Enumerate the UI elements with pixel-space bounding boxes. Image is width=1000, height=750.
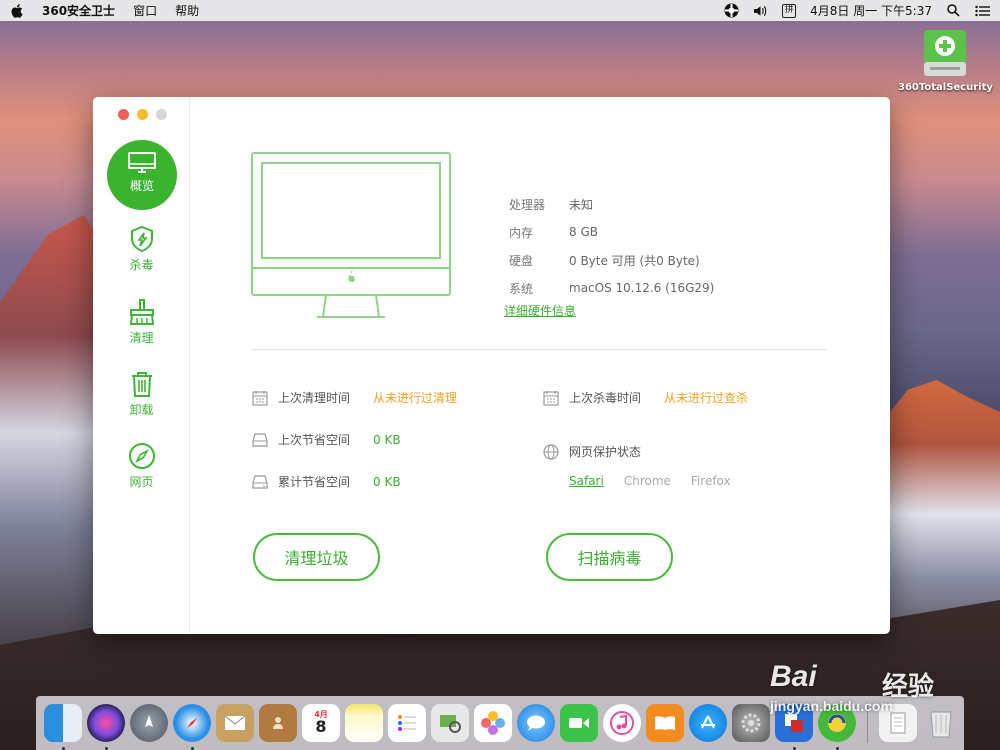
stat-value: 从未进行过查杀 xyxy=(664,391,749,405)
watermark-brand: Bai xyxy=(770,660,817,693)
stat-label: 网页保护状态 xyxy=(569,445,642,459)
system-specs: 处理器 未知 内存 8 GB 硬盘 0 Byte 可用 (共0 Byte) 系统… xyxy=(509,190,714,302)
mail-icon[interactable] xyxy=(216,704,254,742)
spec-label: 硬盘 xyxy=(509,253,534,268)
stat-label: 上次清理时间 xyxy=(278,391,351,405)
spec-disk: 硬盘 0 Byte 可用 (共0 Byte) xyxy=(509,246,714,274)
preview-icon[interactable] xyxy=(431,704,469,742)
stat-total-saved: 累计节省空间 0 KB xyxy=(251,473,401,490)
browser-tab-safari[interactable]: Safari xyxy=(569,474,604,488)
spec-memory: 内存 8 GB xyxy=(509,218,714,246)
compass-icon xyxy=(128,443,155,469)
sidebar-item-cleanup[interactable]: 清理 xyxy=(107,298,176,346)
sidebar-item-label: 杀毒 xyxy=(129,258,154,272)
drive-label: 360TotalSecurity xyxy=(898,82,993,93)
sidebar: 概览 杀毒 清理 卸载 网页 xyxy=(93,97,190,634)
browser-tab-firefox[interactable]: Firefox xyxy=(691,474,731,488)
network-status-icon[interactable] xyxy=(724,3,739,18)
stat-value: 0 KB xyxy=(373,474,401,489)
ibooks-icon[interactable] xyxy=(646,704,684,742)
desktop-drive-360totalsecurity[interactable]: 360TotalSecurity xyxy=(898,28,993,93)
scan-virus-button[interactable]: 扫描病毒 xyxy=(546,533,673,581)
overview-panel: 处理器 未知 内存 8 GB 硬盘 0 Byte 可用 (共0 Byte) 系统… xyxy=(191,97,890,634)
notification-center-icon[interactable] xyxy=(975,3,990,18)
stat-last-scan: 上次杀毒时间 从未进行过查杀 xyxy=(542,389,748,406)
spec-label: 内存 xyxy=(509,225,534,240)
calendar-icon xyxy=(251,389,268,406)
spec-value: 8 GB xyxy=(569,225,598,239)
app-menu-name[interactable]: 360安全卫士 xyxy=(42,2,115,19)
sidebar-item-overview[interactable]: 概览 xyxy=(107,140,177,210)
safari-icon[interactable] xyxy=(173,704,211,750)
spec-value: 未知 xyxy=(569,197,594,212)
messages-icon[interactable] xyxy=(517,704,555,742)
volume-icon[interactable] xyxy=(753,3,768,18)
disk-stack-icon xyxy=(251,473,268,490)
window-controls xyxy=(118,109,167,120)
drive-icon xyxy=(922,28,968,78)
menubar-clock[interactable]: 4月8日 周一 下午5:37 xyxy=(810,2,932,19)
launchpad-icon[interactable] xyxy=(130,704,168,742)
calendar-icon xyxy=(542,389,559,406)
browser-tabs: Safari Chrome Firefox xyxy=(569,474,731,488)
stat-value: 从未进行过清理 xyxy=(373,391,458,405)
stat-last-saved: 上次节省空间 0 KB xyxy=(251,431,401,448)
menu-help[interactable]: 帮助 xyxy=(175,2,199,19)
menu-window[interactable]: 窗口 xyxy=(133,2,157,19)
siri-icon[interactable] xyxy=(87,704,125,750)
disk-icon xyxy=(251,431,268,448)
minimize-window-button[interactable] xyxy=(137,109,148,120)
sidebar-item-web[interactable]: 网页 xyxy=(107,442,176,490)
sidebar-item-label: 卸载 xyxy=(129,403,154,417)
sidebar-item-label: 概览 xyxy=(129,179,154,193)
trash-icon xyxy=(131,372,152,397)
spec-value: 0 Byte 可用 (共0 Byte) xyxy=(569,253,700,268)
section-divider xyxy=(251,349,827,350)
clean-junk-button[interactable]: 清理垃圾 xyxy=(253,533,380,581)
spec-system: 系统 macOS 10.12.6 (16G29) xyxy=(509,274,714,302)
browser-tab-chrome[interactable]: Chrome xyxy=(624,474,671,488)
stat-label: 累计节省空间 xyxy=(278,475,351,489)
itunes-icon[interactable] xyxy=(603,704,641,742)
reminders-icon[interactable] xyxy=(388,704,426,742)
system-preferences-icon[interactable] xyxy=(732,704,770,742)
spotlight-search-icon[interactable] xyxy=(946,3,961,18)
monitor-icon xyxy=(128,152,156,173)
app-store-icon[interactable] xyxy=(689,704,727,742)
hardware-details-link[interactable]: 详细硬件信息 xyxy=(504,302,576,319)
apple-menu-icon[interactable] xyxy=(10,3,24,19)
shield-icon xyxy=(130,225,153,253)
stat-last-clean: 上次清理时间 从未进行过清理 xyxy=(251,389,457,406)
globe-icon xyxy=(542,443,559,460)
sidebar-item-label: 网页 xyxy=(129,475,154,489)
finder-icon[interactable] xyxy=(44,704,82,750)
close-window-button[interactable] xyxy=(118,109,129,120)
stat-label: 上次杀毒时间 xyxy=(569,391,642,405)
sidebar-item-antivirus[interactable]: 杀毒 xyxy=(107,225,176,273)
calendar-day: 8 xyxy=(315,717,327,736)
watermark-url: jingyan.baidu.com xyxy=(770,698,893,714)
stat-web-protection: 网页保护状态 xyxy=(542,443,664,460)
stat-value: 0 KB xyxy=(373,432,401,447)
spec-label: 处理器 xyxy=(509,197,546,212)
calendar-icon[interactable]: 4月 8 xyxy=(302,704,340,742)
contacts-icon[interactable] xyxy=(259,704,297,742)
photos-icon[interactable] xyxy=(474,704,512,742)
spec-value: macOS 10.12.6 (16G29) xyxy=(569,281,715,295)
menu-bar: 360安全卫士 窗口 帮助 拼 4月8日 周一 下午5:37 xyxy=(0,0,1000,21)
notes-icon[interactable] xyxy=(345,704,383,742)
sidebar-item-label: 清理 xyxy=(129,331,154,345)
spec-processor: 处理器 未知 xyxy=(509,190,714,218)
imac-illustration xyxy=(251,152,451,318)
broom-icon xyxy=(129,299,154,325)
stat-label: 上次节省空间 xyxy=(278,433,351,447)
spec-label: 系统 xyxy=(509,281,534,296)
sidebar-item-uninstall[interactable]: 卸载 xyxy=(107,370,176,418)
baidu-watermark: Bai 经验 jingyan.baidu.com xyxy=(770,640,995,730)
app-window: 概览 杀毒 清理 卸载 网页 处理器 未知 内存 8 GB 硬盘 0 Byte … xyxy=(93,97,890,634)
zoom-window-button[interactable] xyxy=(156,109,167,120)
input-method-icon[interactable]: 拼 xyxy=(782,3,797,18)
facetime-icon[interactable] xyxy=(560,704,598,742)
